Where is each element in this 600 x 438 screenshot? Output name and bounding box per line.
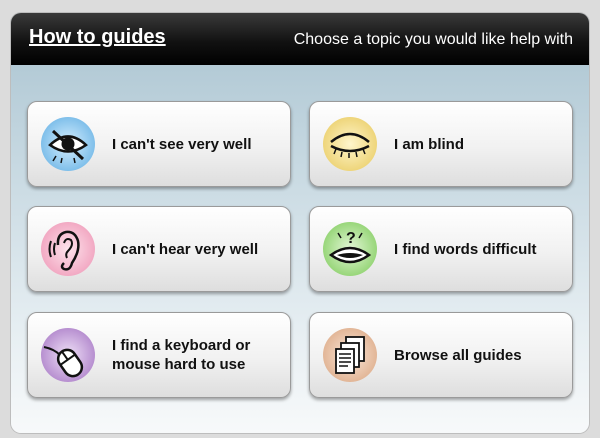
header-subtitle: Choose a topic you would like help with bbox=[293, 31, 573, 48]
topic-words-difficult-button[interactable]: ? I find words difficult bbox=[309, 206, 573, 292]
mouth-question-icon: ? bbox=[322, 221, 378, 277]
topic-label: I can't see very well bbox=[112, 135, 252, 153]
topic-label: Browse all guides bbox=[394, 346, 522, 364]
documents-icon bbox=[322, 327, 378, 383]
ear-icon bbox=[40, 221, 96, 277]
topic-blind-button[interactable]: I am blind bbox=[309, 101, 573, 187]
eye-icon bbox=[40, 116, 96, 172]
svg-text:?: ? bbox=[346, 230, 356, 247]
topic-label: I find words difficult bbox=[394, 240, 537, 258]
topic-cant-see-well-button[interactable]: I can't see very well bbox=[27, 101, 291, 187]
topic-label: I find a keyboard or mouse hard to use bbox=[112, 337, 251, 373]
topic-label: I can't hear very well bbox=[112, 240, 259, 258]
closed-eye-icon bbox=[322, 116, 378, 172]
browse-all-guides-button[interactable]: Browse all guides bbox=[309, 312, 573, 398]
mouse-icon bbox=[40, 327, 96, 383]
how-to-guides-panel: How to guides Choose a topic you would l… bbox=[11, 13, 589, 433]
topic-cant-hear-well-button[interactable]: I can't hear very well bbox=[27, 206, 291, 292]
topic-label: I am blind bbox=[394, 135, 465, 153]
topic-keyboard-mouse-button[interactable]: I find a keyboard or mouse hard to use bbox=[27, 312, 291, 398]
header-bar: How to guides Choose a topic you would l… bbox=[11, 13, 589, 65]
how-to-guides-link[interactable]: How to guides bbox=[29, 26, 166, 49]
